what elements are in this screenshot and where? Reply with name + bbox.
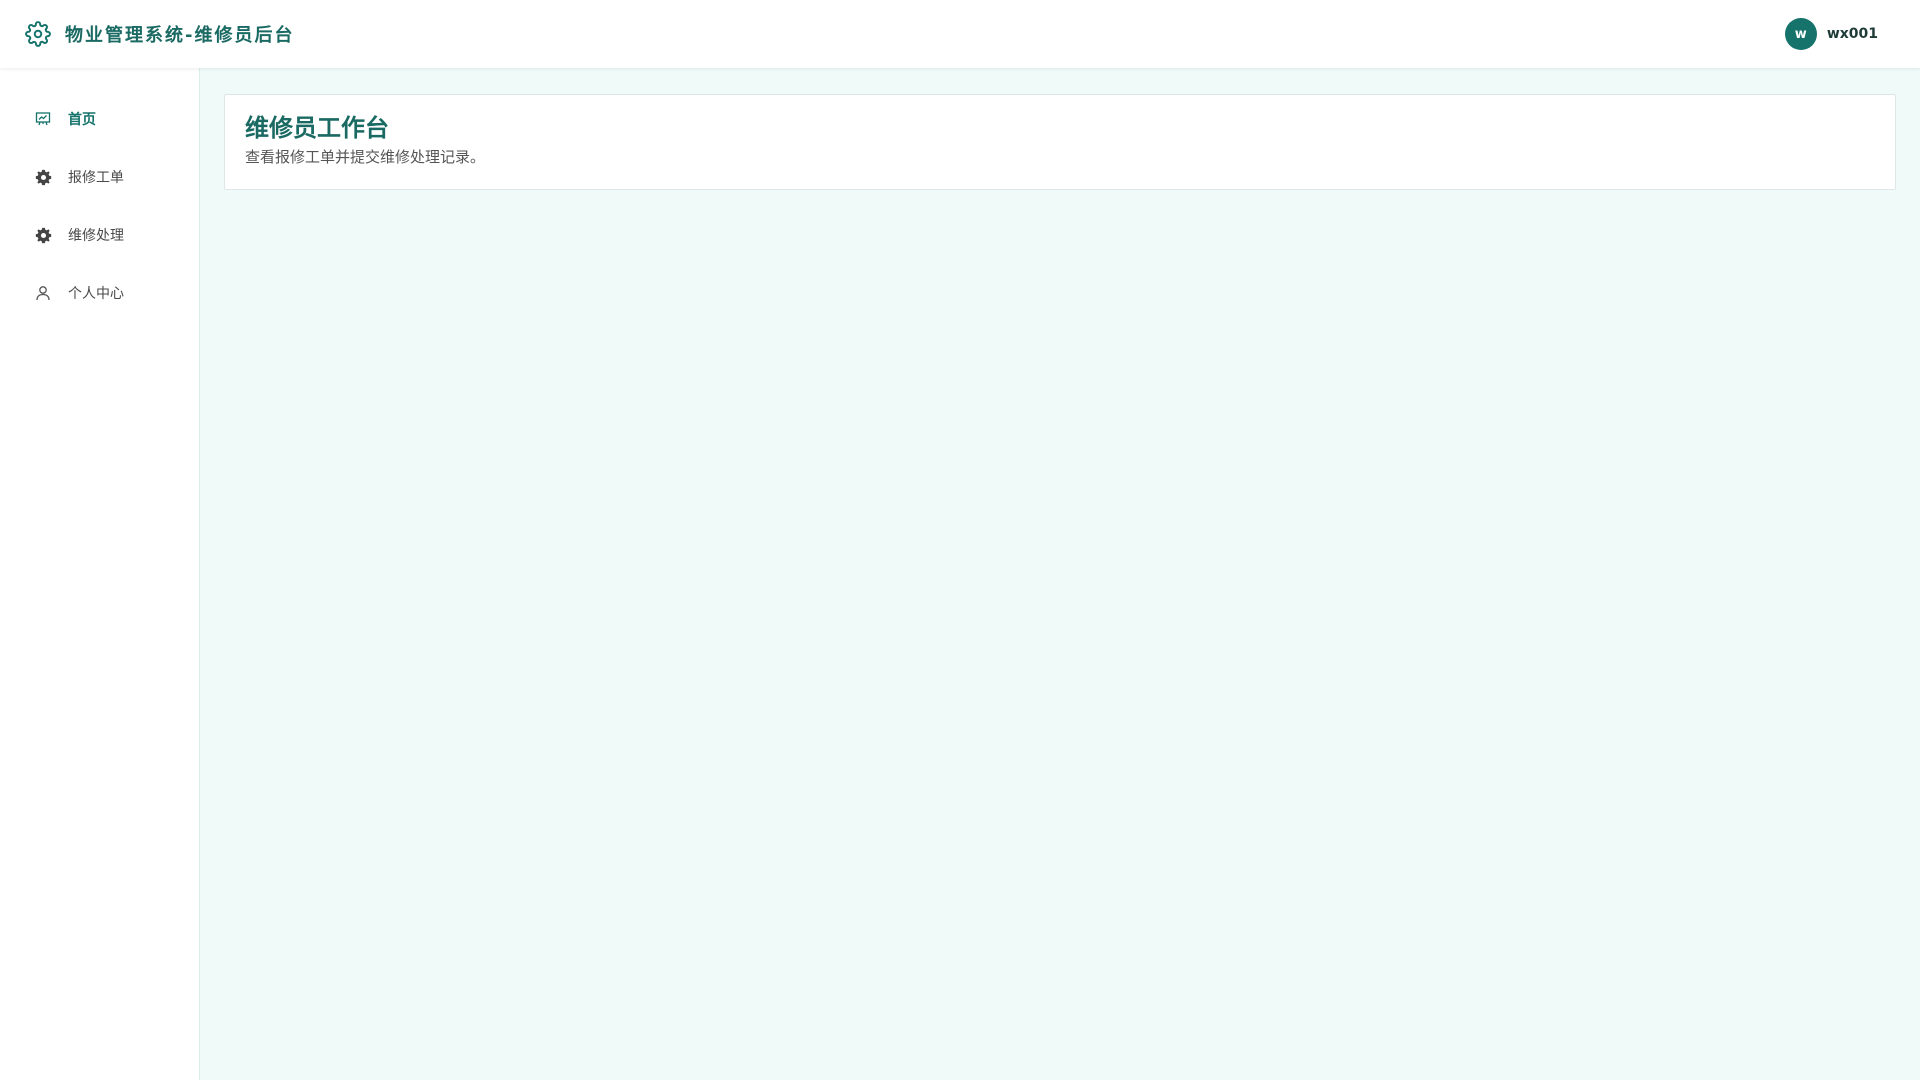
sidebar-item-label: 首页 [68,112,96,128]
sidebar-item-profile[interactable]: 个人中心 [0,264,199,322]
page-subtitle: 查看报修工单并提交维修处理记录。 [245,148,486,166]
sidebar-item-repair-orders[interactable]: 报修工单 [0,148,199,206]
username[interactable]: wx001 [1827,26,1878,42]
gear-icon [34,226,52,244]
presentation-icon [34,110,52,128]
user-menu[interactable]: w wx001 [1784,18,1878,50]
sidebar-item-label: 报修工单 [68,170,124,186]
brand: 物业管理系统-维修员后台 [24,20,294,48]
sidebar-item-label: 维修处理 [68,228,124,244]
sidebar-item-repair-handling[interactable]: 维修处理 [0,206,199,264]
sidebar-item-home[interactable]: 首页 [0,90,199,148]
sidebar-item-label: 个人中心 [68,286,124,302]
gear-icon [24,20,52,48]
user-icon [34,284,52,302]
gear-icon [34,168,52,186]
top-header: 物业管理系统-维修员后台 w wx001 [0,0,1920,68]
main-content: 维修员工作台 查看报修工单并提交维修处理记录。 [200,68,1920,1080]
avatar[interactable]: w [1784,18,1817,50]
page-title: 维修员工作台 [245,114,389,142]
app-title: 物业管理系统-维修员后台 [65,25,295,46]
welcome-card: 维修员工作台 查看报修工单并提交维修处理记录。 [224,94,1896,190]
sidebar: 首页 报修工单 维修处理 个人中心 [0,68,200,1080]
